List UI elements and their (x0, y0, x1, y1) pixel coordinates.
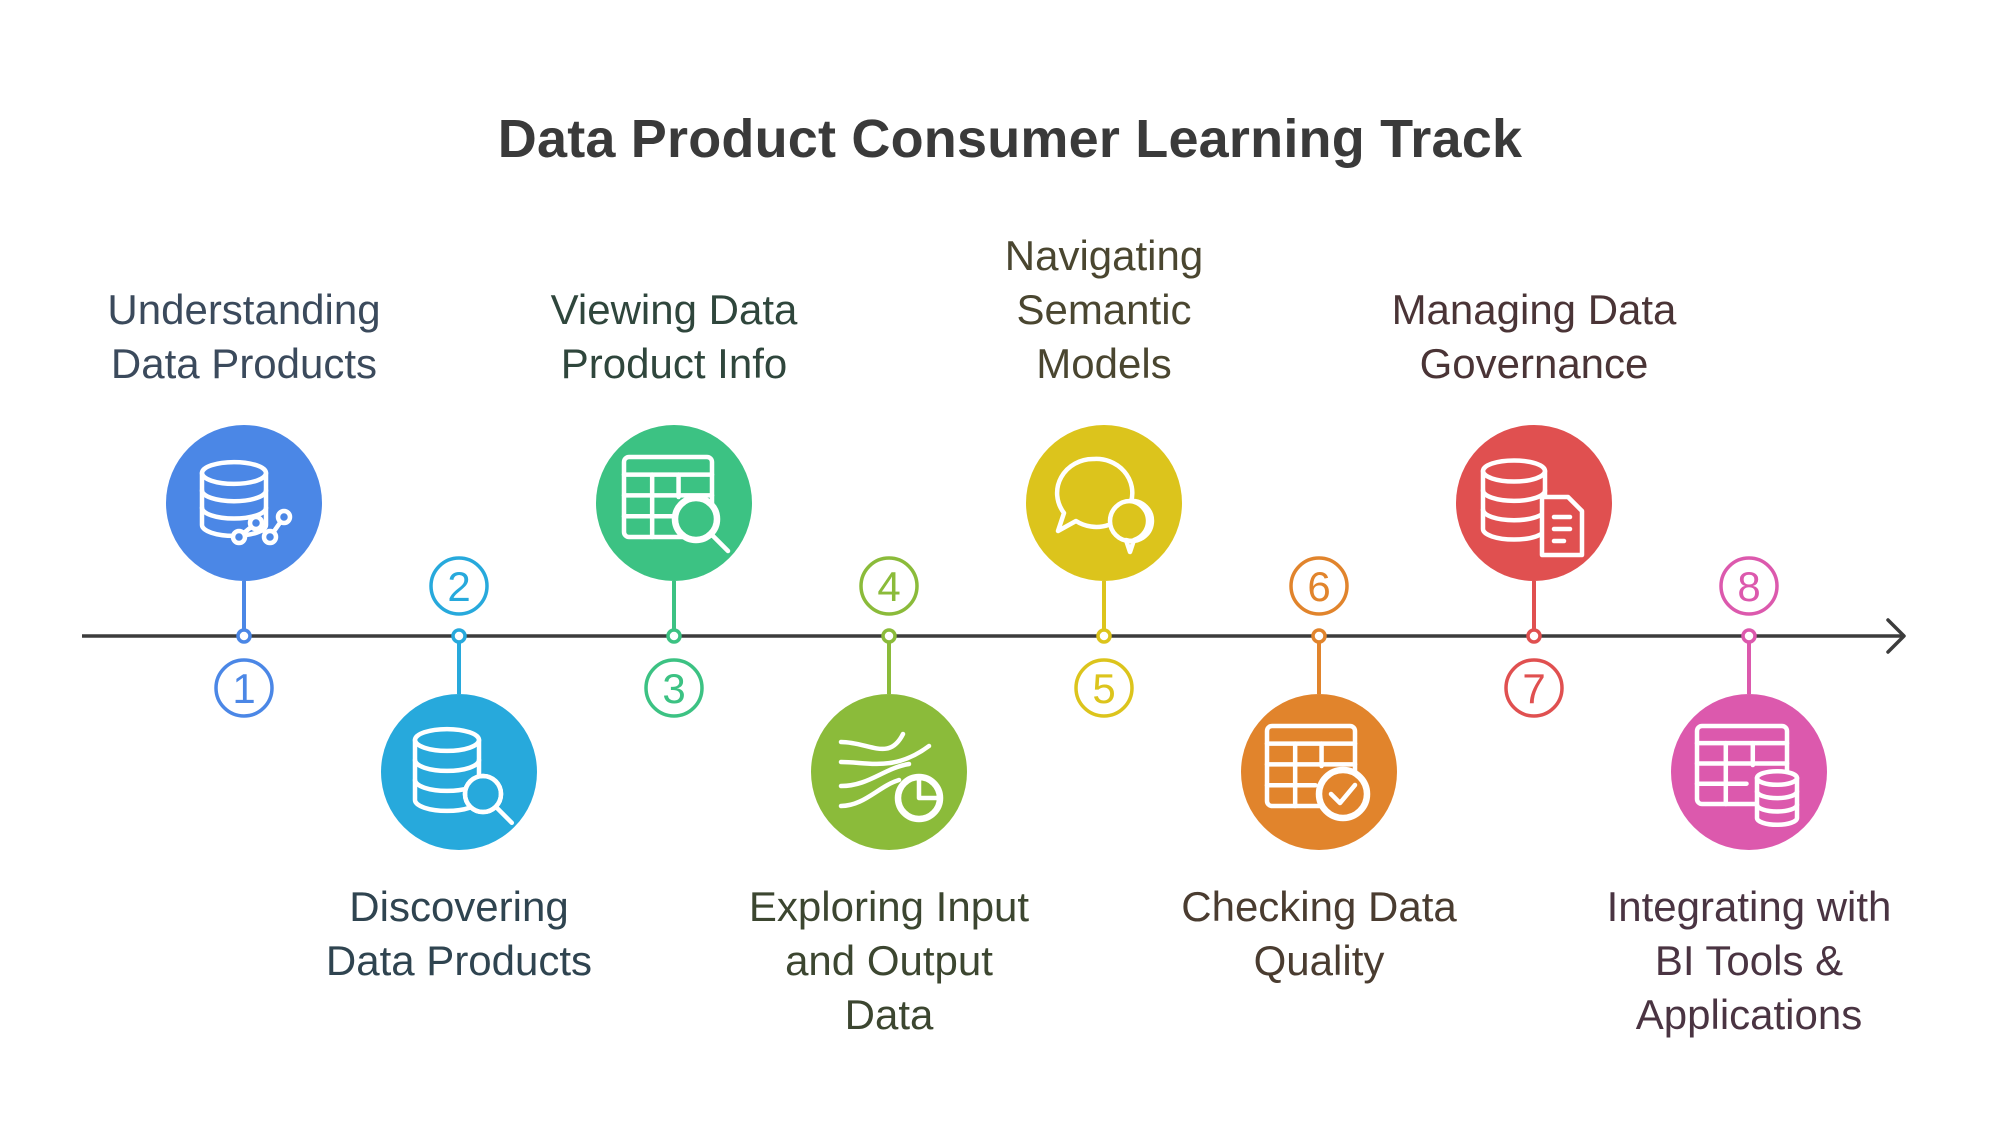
step-label-4: Exploring Input and Output Data (699, 880, 1079, 1042)
step-label-line: Integrating with (1606, 883, 1892, 930)
step-label-line: Quality (1253, 937, 1385, 984)
timeline-step-7: 7 (1456, 425, 1612, 718)
axis-marker (1096, 628, 1112, 644)
axis-marker (1311, 628, 1327, 644)
timeline-step-3: 3 (596, 425, 752, 718)
step-label-line: Governance (1419, 340, 1649, 387)
step-label-line: BI Tools & (1654, 937, 1844, 984)
step-number: 7 (1522, 665, 1545, 712)
step-label-line: Models (1036, 340, 1172, 387)
axis-marker (1741, 628, 1757, 644)
step-label-6: Checking Data Quality (1129, 880, 1509, 988)
step-number: 8 (1737, 563, 1760, 610)
step-label-line: Semantic (1016, 286, 1192, 333)
step-label-1: Understanding Data Products (54, 283, 434, 391)
step-label-line: Data Products (325, 937, 593, 984)
step-label-2: Discovering Data Products (269, 880, 649, 988)
step-label-line: Applications (1635, 991, 1863, 1038)
axis-marker (666, 628, 682, 644)
step-label-line: Navigating (1004, 232, 1204, 279)
axis-marker (881, 628, 897, 644)
step-label-line: Exploring Input (748, 883, 1030, 930)
step-label-line: Viewing Data (550, 286, 798, 333)
step-label-5: Navigating Semantic Models (914, 229, 1294, 391)
step-label-line: Data (844, 991, 934, 1038)
step-circle (166, 425, 322, 581)
step-number: 2 (447, 563, 470, 610)
step-label-3: Viewing Data Product Info (484, 283, 864, 391)
step-label-8: Integrating with BI Tools & Applications (1559, 880, 1939, 1042)
timeline-step-8: 8 (1671, 556, 1827, 850)
step-label-line: Managing Data (1391, 286, 1677, 333)
step-label-line: Product Info (560, 340, 788, 387)
timeline-step-4: 4 (811, 556, 967, 850)
step-number: 3 (662, 665, 685, 712)
step-label-line: Checking Data (1181, 883, 1457, 930)
timeline-step-5: 5 (1026, 425, 1182, 718)
step-circle (596, 425, 752, 581)
axis-marker (236, 628, 252, 644)
step-label-line: Data Products (110, 340, 378, 387)
step-circle (1671, 694, 1827, 850)
step-number: 5 (1092, 665, 1115, 712)
timeline-step-1: 1 (166, 425, 322, 718)
step-label-7: Managing Data Governance (1344, 283, 1724, 391)
step-number: 1 (232, 665, 255, 712)
axis-marker (1526, 628, 1542, 644)
step-circle (1456, 425, 1612, 581)
timeline-step-6: 6 (1241, 556, 1397, 850)
step-label-line: and Output (785, 937, 993, 984)
step-circle (1241, 694, 1397, 850)
step-label-line: Understanding (107, 286, 381, 333)
step-label-line: Discovering (349, 883, 569, 930)
step-number: 4 (877, 563, 900, 610)
axis-marker (451, 628, 467, 644)
step-circle (1026, 425, 1182, 581)
step-number: 6 (1307, 563, 1330, 610)
timeline-step-2: 2 (381, 556, 537, 850)
